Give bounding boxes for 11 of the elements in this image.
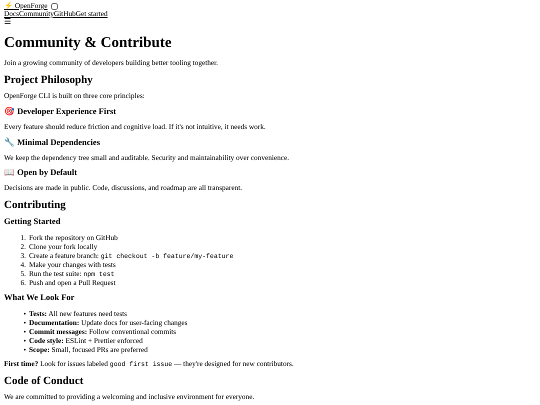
section-heading: Project Philosophy (4, 74, 94, 86)
subsection-heading: 🔧 Minimal Dependencies (4, 138, 101, 148)
section-heading: Code of Conduct (4, 374, 84, 388)
menu-button[interactable]: ☰ (4, 17, 12, 26)
section-heading: Contributing (4, 198, 67, 212)
subsection-heading: What We Look For (4, 293, 76, 303)
page-title: Community & Contribute (4, 34, 172, 52)
subsection-heading: Getting Started (4, 217, 62, 228)
subsection-heading: 📖 Open by Default (4, 168, 78, 178)
subsection-heading: 🎯 Developer Experience First (4, 107, 118, 117)
toggle-checkbox[interactable] (50, 2, 58, 10)
